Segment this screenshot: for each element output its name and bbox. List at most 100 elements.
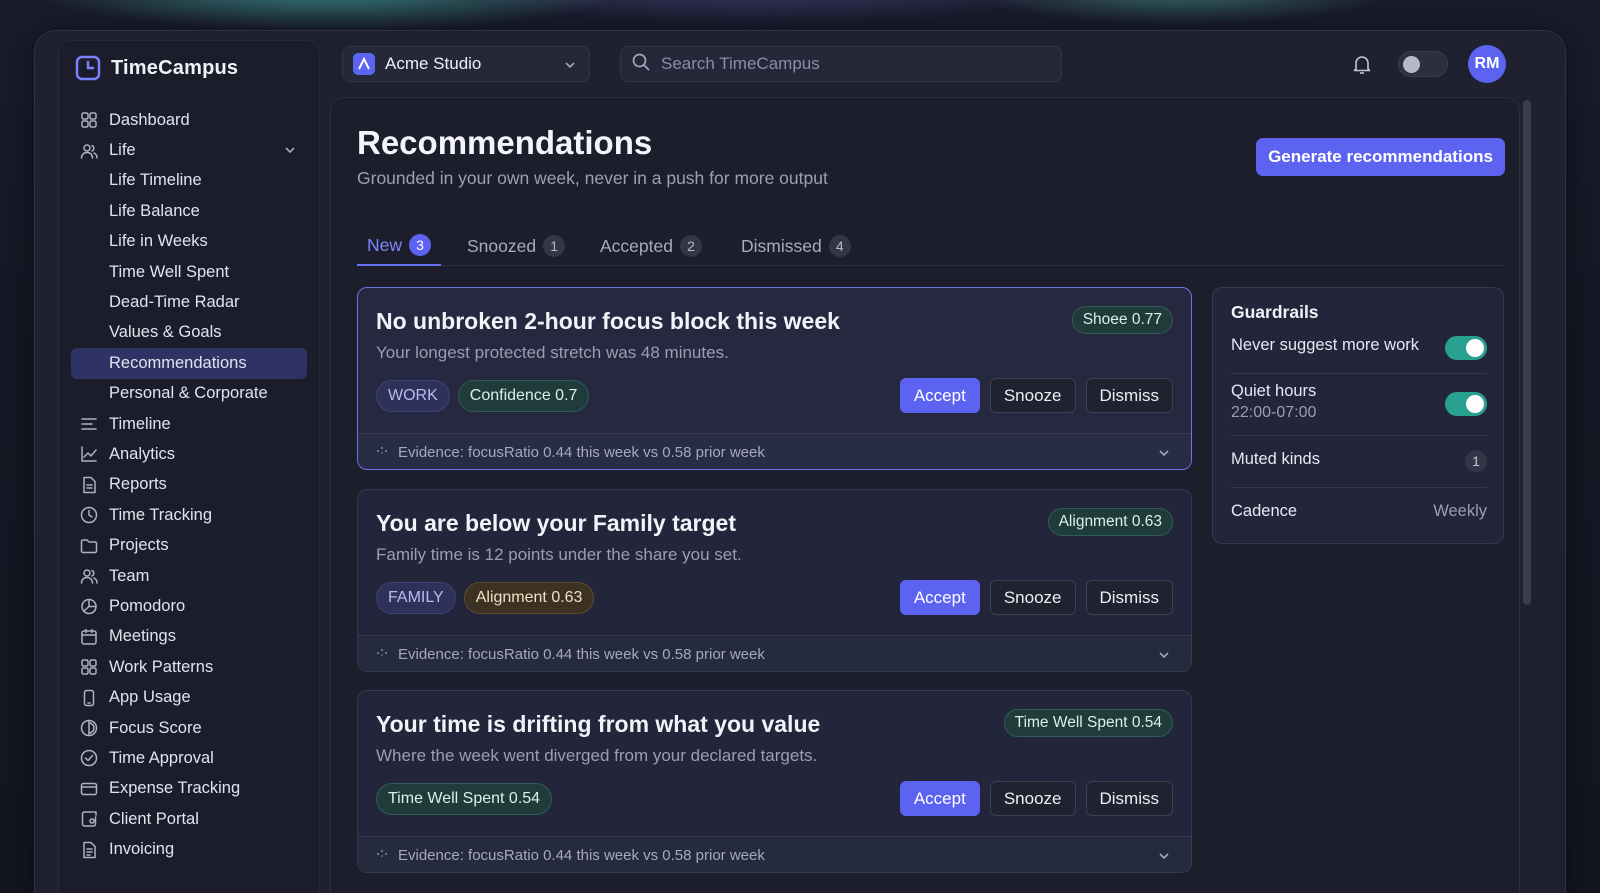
sidebar-item-label: Values & Goals bbox=[109, 323, 222, 342]
tab-count: 4 bbox=[828, 235, 851, 257]
sparkle-icon bbox=[376, 646, 388, 663]
sidebar-item-personal-corporate[interactable]: Personal & Corporate bbox=[71, 379, 307, 409]
card-description: Family time is 12 points under the share… bbox=[376, 545, 742, 564]
sidebar-item-label: Pomodoro bbox=[109, 596, 186, 615]
avatar[interactable]: RM bbox=[1468, 45, 1506, 83]
never-more-work-switch[interactable] bbox=[1445, 336, 1487, 360]
sidebar-item-team[interactable]: Team bbox=[71, 561, 307, 591]
snooze-button[interactable]: Snooze bbox=[989, 781, 1076, 816]
sidebar-item-client-portal[interactable]: Client Portal bbox=[71, 804, 307, 834]
sidebar: TimeCampus Dashboard Life Life Timeline Lif… bbox=[58, 40, 320, 893]
sidebar-item-app-usage[interactable]: App Usage bbox=[71, 682, 307, 712]
score-badge: Alignment 0.63 bbox=[1047, 508, 1173, 536]
accept-button[interactable]: Accept bbox=[899, 781, 980, 816]
chevron-down-icon[interactable] bbox=[1157, 648, 1171, 662]
sidebar-item-time-well-spent[interactable]: Time Well Spent bbox=[71, 257, 307, 287]
card-title: You are below your Family target bbox=[376, 510, 736, 536]
accept-button[interactable]: Accept bbox=[899, 580, 980, 615]
dismiss-button[interactable]: Dismiss bbox=[1085, 781, 1173, 816]
tab-label: Dismissed bbox=[741, 235, 822, 256]
guardrail-cadence[interactable]: Cadence Weekly bbox=[1231, 502, 1487, 532]
sidebar-item-focus-score[interactable]: Focus Score bbox=[71, 713, 307, 743]
guardrail-label: Muted kinds bbox=[1231, 450, 1320, 468]
sidebar-item-analytics[interactable]: Analytics bbox=[71, 439, 307, 469]
page-title: Recommendations bbox=[357, 124, 653, 161]
chevron-down-icon[interactable] bbox=[1157, 849, 1171, 863]
scrollbar[interactable] bbox=[1523, 100, 1531, 605]
sidebar-item-label: Invoicing bbox=[109, 840, 175, 859]
sidebar-item-label: Work Patterns bbox=[109, 657, 214, 676]
workspace-switcher[interactable]: Acme Studio bbox=[342, 46, 590, 82]
sparkle-icon bbox=[376, 444, 388, 461]
sidebar-item-time-tracking[interactable]: Time Tracking bbox=[71, 500, 307, 530]
invoice-icon bbox=[79, 840, 99, 860]
evidence-row[interactable]: Evidence: focusRatio 0.44 this week vs 0… bbox=[358, 836, 1191, 872]
tab-accepted[interactable]: Accepted 2 bbox=[590, 226, 712, 266]
sidebar-item-life-balance[interactable]: Life Balance bbox=[71, 196, 307, 226]
app-name: TimeCampus bbox=[111, 56, 239, 79]
sidebar-item-reports[interactable]: Reports bbox=[71, 470, 307, 500]
sidebar-item-dead-time-radar[interactable]: Dead-Time Radar bbox=[71, 287, 307, 317]
sidebar-item-work-patterns[interactable]: Work Patterns bbox=[71, 652, 307, 682]
workspace-name: Acme Studio bbox=[385, 54, 482, 73]
tab-count: 2 bbox=[679, 235, 702, 257]
card-actions: Accept Snooze Dismiss bbox=[899, 580, 1173, 615]
switch-knob bbox=[1466, 339, 1484, 357]
sidebar-item-timeline[interactable]: Timeline bbox=[71, 409, 307, 439]
sidebar-item-label: Time Tracking bbox=[109, 505, 212, 524]
snooze-button[interactable]: Snooze bbox=[989, 378, 1076, 413]
sidebar-item-recommendations[interactable]: Recommendations bbox=[71, 348, 307, 379]
theme-toggle[interactable] bbox=[1398, 51, 1448, 77]
chevron-down-icon[interactable] bbox=[1157, 446, 1171, 460]
dismiss-button[interactable]: Dismiss bbox=[1085, 378, 1173, 413]
sidebar-item-invoicing[interactable]: Invoicing bbox=[71, 834, 307, 864]
sidebar-item-values-goals[interactable]: Values & Goals bbox=[71, 318, 307, 348]
sidebar-item-projects[interactable]: Projects bbox=[71, 530, 307, 560]
sidebar-item-dashboard[interactable]: Dashboard bbox=[71, 105, 307, 135]
brand[interactable]: TimeCampus bbox=[75, 55, 238, 81]
clock-icon bbox=[79, 505, 99, 525]
evidence-row[interactable]: Evidence: focusRatio 0.44 this week vs 0… bbox=[358, 635, 1191, 671]
bell-icon[interactable] bbox=[1350, 52, 1374, 76]
generate-recommendations-button[interactable]: Generate recommendations bbox=[1256, 138, 1505, 176]
page-subtitle: Grounded in your own week, never in a pu… bbox=[357, 168, 828, 188]
sidebar-item-time-approval[interactable]: Time Approval bbox=[71, 743, 307, 773]
search-icon bbox=[631, 52, 651, 77]
tab-label: Accepted bbox=[600, 235, 673, 256]
quiet-hours-switch[interactable] bbox=[1445, 392, 1487, 416]
sidebar-item-expense-tracking[interactable]: Expense Tracking bbox=[71, 774, 307, 804]
grid-icon bbox=[79, 657, 99, 677]
workspace-logo-icon bbox=[353, 53, 375, 75]
sidebar-item-life-timeline[interactable]: Life Timeline bbox=[71, 166, 307, 196]
tab-dismissed[interactable]: Dismissed 4 bbox=[731, 226, 861, 266]
tab-new[interactable]: New 3 bbox=[357, 226, 442, 266]
search-bar bbox=[620, 46, 1062, 82]
sidebar-item-label: Meetings bbox=[109, 627, 176, 646]
sidebar-item-label: Timeline bbox=[109, 414, 171, 433]
sidebar-item-label: Client Portal bbox=[109, 809, 199, 828]
chevron-down-icon[interactable] bbox=[283, 143, 297, 157]
kind-tag: FAMILY bbox=[376, 582, 456, 614]
sidebar-item-label: Analytics bbox=[109, 444, 176, 463]
pomodoro-icon bbox=[79, 596, 99, 616]
card-actions: Accept Snooze Dismiss bbox=[899, 781, 1173, 816]
dismiss-button[interactable]: Dismiss bbox=[1085, 580, 1173, 615]
snooze-button[interactable]: Snooze bbox=[989, 580, 1076, 615]
sidebar-item-label: Personal & Corporate bbox=[109, 384, 268, 403]
sidebar-item-label: Projects bbox=[109, 536, 169, 555]
cadence-value: Weekly bbox=[1433, 502, 1487, 520]
sidebar-item-label: Time Approval bbox=[109, 748, 214, 767]
guardrail-muted-kinds[interactable]: Muted kinds 1 bbox=[1231, 450, 1487, 488]
sparkle-icon bbox=[376, 847, 388, 864]
sidebar-item-label: Recommendations bbox=[109, 353, 247, 372]
evidence-row[interactable]: Evidence: focusRatio 0.44 this week vs 0… bbox=[358, 433, 1191, 469]
sidebar-item-life-in-weeks[interactable]: Life in Weeks bbox=[71, 227, 307, 257]
sidebar-item-meetings[interactable]: Meetings bbox=[71, 622, 307, 652]
sidebar-item-pomodoro[interactable]: Pomodoro bbox=[71, 591, 307, 621]
search-input[interactable] bbox=[661, 54, 1041, 74]
tab-snoozed[interactable]: Snoozed 1 bbox=[457, 226, 575, 266]
accept-button[interactable]: Accept bbox=[899, 378, 980, 413]
score-tag: Confidence 0.7 bbox=[457, 380, 590, 412]
sidebar-item-label: App Usage bbox=[109, 688, 191, 707]
sidebar-item-life[interactable]: Life bbox=[71, 135, 307, 165]
